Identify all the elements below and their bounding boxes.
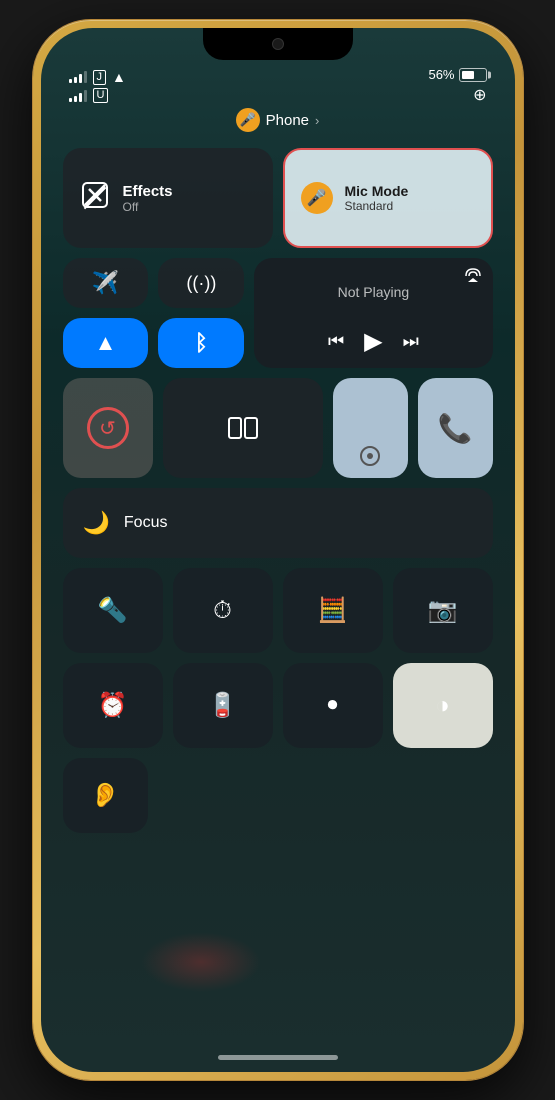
airplane-icon: ✈️ <box>92 270 119 296</box>
alarm-tile[interactable]: ⏰ <box>63 663 163 748</box>
rewind-button[interactable]: ⏮ <box>328 331 344 352</box>
alarm-icon: ⏰ <box>98 691 128 720</box>
airplane-mode-tile[interactable]: ✈️ <box>63 258 149 308</box>
contrast-icon: ◑ <box>435 692 450 720</box>
connectivity-grid: ✈️ ((·)) ▲ ᛒ <box>63 258 245 368</box>
camera <box>272 38 284 50</box>
status-right: 56% ⊕ <box>428 67 486 105</box>
accessibility-tile[interactable]: ◑ <box>393 663 493 748</box>
phone-tile[interactable]: 📞 <box>418 378 493 478</box>
status-left: J ▲ U <box>69 69 126 103</box>
phone-label-bar: 🎤 Phone › <box>41 108 515 132</box>
row-focus: 🌙 Focus <box>63 488 493 558</box>
phone-frame: J ▲ U 56% ⊕ <box>33 20 523 1080</box>
hearing-icon: 👂 <box>90 781 120 810</box>
calculator-icon: 🧮 <box>318 596 348 625</box>
chevron-right-icon: › <box>315 113 319 128</box>
timer-icon: ⏱ <box>213 597 232 625</box>
moon-icon: 🌙 <box>83 510 110 536</box>
phone-label: Phone <box>266 112 309 129</box>
bluetooth-tile[interactable]: ᛒ <box>158 318 244 368</box>
effects-icon <box>81 181 109 216</box>
mic-mode-title: Mic Mode <box>345 183 409 199</box>
focus-label: Focus <box>124 514 168 532</box>
row-display-controls: 📞 <box>63 378 493 478</box>
hearing-tile[interactable]: 👂 <box>63 758 148 833</box>
signal-row-2: U <box>69 88 126 103</box>
flashlight-tile[interactable]: 🔦 <box>63 568 163 653</box>
airplay-icon <box>465 268 481 285</box>
rotation-lock-tile[interactable] <box>63 378 153 478</box>
screen-mirror-tile[interactable] <box>163 378 323 478</box>
not-playing-text: Not Playing <box>338 284 410 300</box>
battery-percent: 56% <box>428 67 454 82</box>
mic-mode-tile[interactable]: 🎤 Mic Mode Standard <box>283 148 493 248</box>
play-button[interactable]: ▶ <box>364 327 382 356</box>
focus-tile[interactable]: 🌙 Focus <box>63 488 493 558</box>
mic-mode-sub: Standard <box>345 199 409 213</box>
effects-sub: Off <box>123 200 173 214</box>
battery-icon <box>459 68 487 82</box>
brightness-slider[interactable] <box>333 378 408 478</box>
battery-tile[interactable]: 🪫 <box>173 663 273 748</box>
battery-fill <box>462 71 474 79</box>
signal-bars-1 <box>69 71 87 83</box>
rotation-lock-icon <box>87 407 129 449</box>
mirror-icon <box>228 416 258 440</box>
camera-icon: 📷 <box>428 596 458 625</box>
control-center: Effects Off 🎤 Mic Mode Standard ✈️ <box>63 148 493 1022</box>
now-playing-tile[interactable]: Not Playing ⏮ ▶ ⏭ <box>254 258 492 368</box>
camera-tile[interactable]: 📷 <box>393 568 493 653</box>
flashlight-icon: 🔦 <box>98 596 128 625</box>
mic-mode-text: Mic Mode Standard <box>345 183 409 213</box>
signal-row-1: J ▲ <box>69 69 126 85</box>
timer-tile[interactable]: ⏱ <box>173 568 273 653</box>
cellular-icon: ((·)) <box>186 273 216 294</box>
row-connectivity-media: ✈️ ((·)) ▲ ᛒ <box>63 258 493 368</box>
mic-icon: 🎤 <box>301 182 333 214</box>
sim2-icon: U <box>93 88 109 103</box>
notch <box>203 28 353 60</box>
cellular-data-tile[interactable]: ((·)) <box>158 258 244 308</box>
sim1-icon: J <box>93 70 107 85</box>
row-utilities-2: ⏰ 🪫 ⏺ ◑ <box>63 663 493 748</box>
phone-icon: 📞 <box>438 412 473 445</box>
row-utilities-1: 🔦 ⏱ 🧮 📷 <box>63 568 493 653</box>
wifi-tile[interactable]: ▲ <box>63 318 149 368</box>
effects-tile[interactable]: Effects Off <box>63 148 273 248</box>
brightness-icon <box>360 446 380 466</box>
phone-screen: J ▲ U 56% ⊕ <box>41 28 515 1072</box>
home-indicator <box>218 1055 338 1060</box>
fast-forward-button[interactable]: ⏭ <box>403 331 419 352</box>
screen-rotation-icon: ⊕ <box>473 85 486 105</box>
wifi-icon: ▲ <box>112 69 126 85</box>
signal-bars-2 <box>69 90 87 102</box>
wifi-symbol: ▲ <box>95 330 117 356</box>
transport-controls: ⏮ ▶ ⏭ <box>264 327 482 356</box>
effects-text: Effects Off <box>123 183 173 214</box>
battery-level-icon: 🪫 <box>208 691 238 720</box>
row-hearing: 👂 <box>63 758 493 833</box>
status-bar: J ▲ U 56% ⊕ <box>41 66 515 106</box>
row-effects-mic: Effects Off 🎤 Mic Mode Standard <box>63 148 493 248</box>
calculator-tile[interactable]: 🧮 <box>283 568 383 653</box>
screen-record-tile[interactable]: ⏺ <box>283 663 383 748</box>
phone-mic-badge: 🎤 <box>236 108 260 132</box>
battery-row: 56% <box>428 67 486 82</box>
effects-title: Effects <box>123 183 173 200</box>
bluetooth-icon: ᛒ <box>195 330 208 356</box>
record-icon: ⏺ <box>328 694 338 717</box>
